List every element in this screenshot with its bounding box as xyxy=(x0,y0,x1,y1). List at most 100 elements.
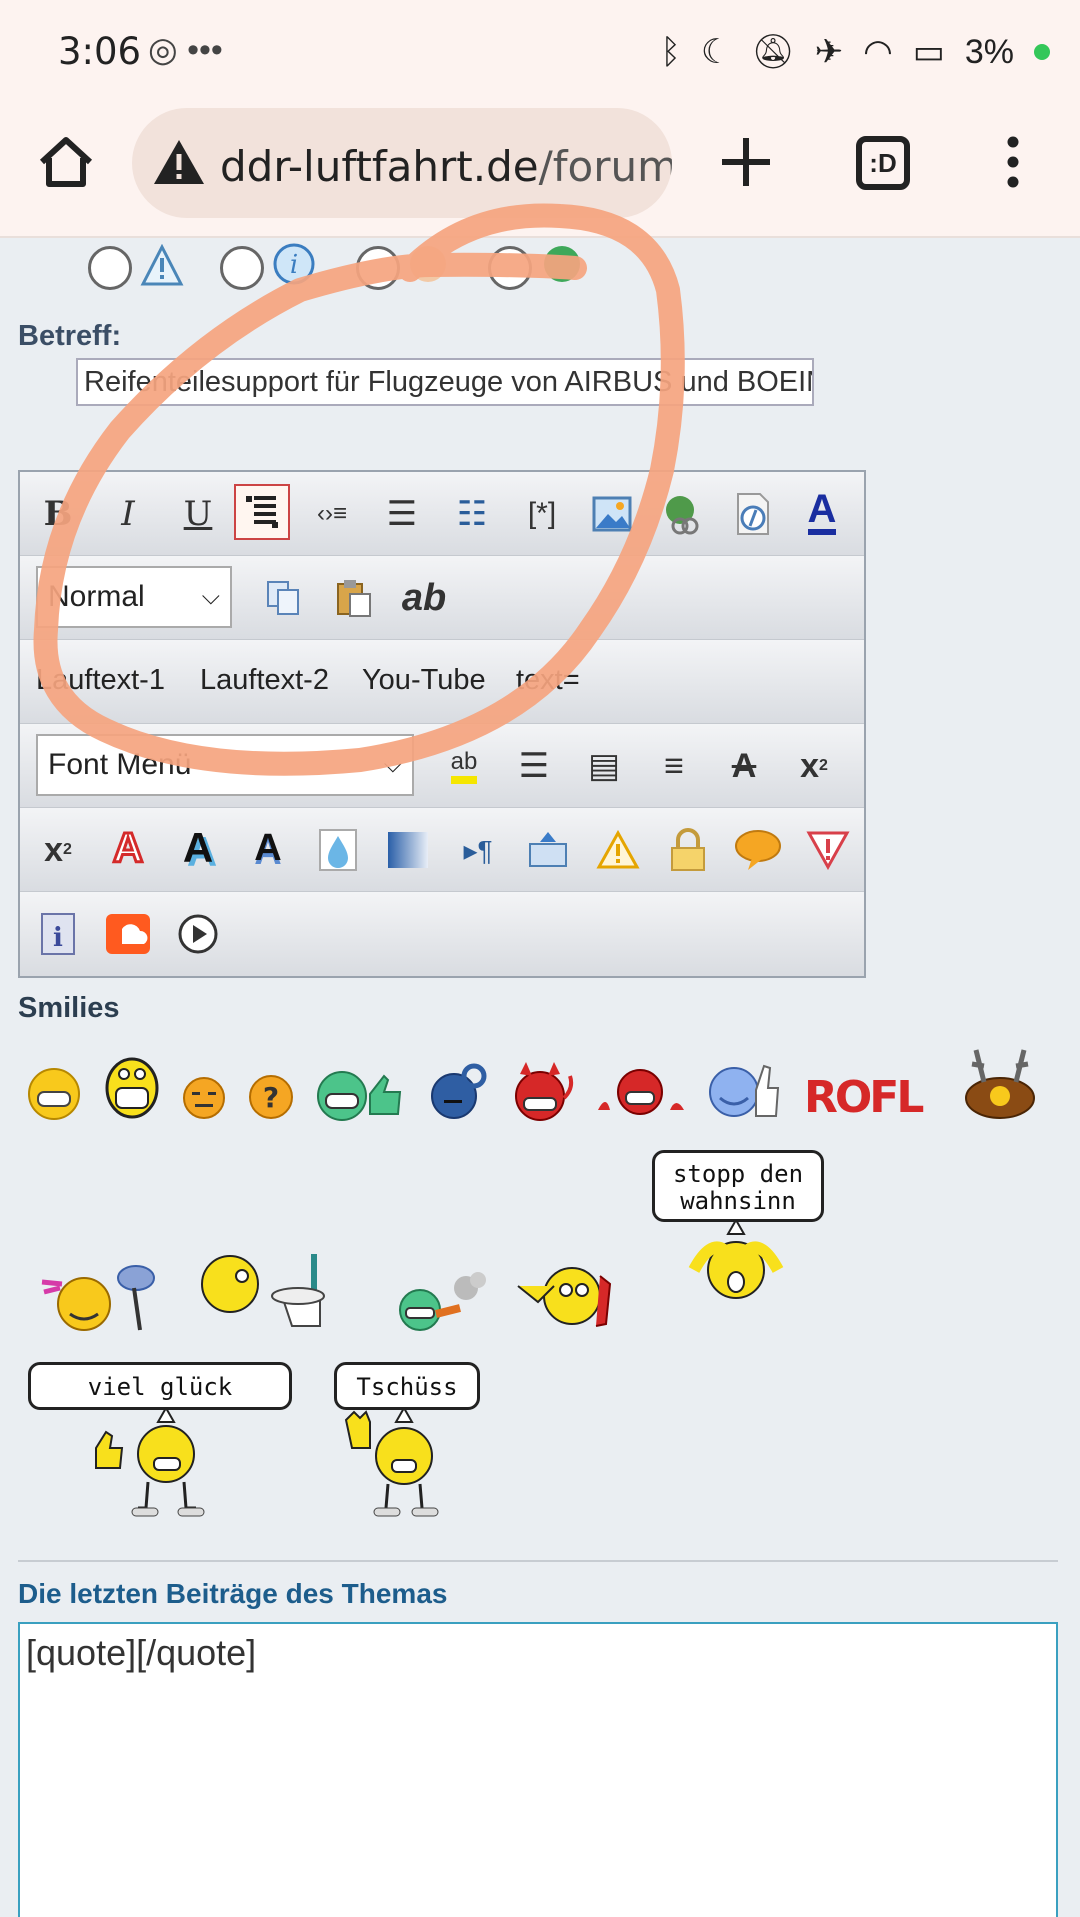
forum-post-form: i Betreff: Reifenteilesupport für Flugze… xyxy=(0,240,1080,1917)
recent-posts-heading[interactable]: Die letzten Beiträge des Themas xyxy=(18,1578,447,1610)
tschuess-waving-smiley-icon[interactable] xyxy=(340,1408,450,1520)
alert-glyph xyxy=(806,831,850,870)
tschuess-bubble: Tschüss xyxy=(334,1362,480,1410)
font-size-value: Normal xyxy=(48,580,145,613)
paste-icon[interactable] xyxy=(326,570,382,626)
post-icon-radio-4[interactable] xyxy=(488,246,532,290)
align-center-icon[interactable]: ☰ xyxy=(506,738,562,794)
url-domain: ddr-luftfahrt.de xyxy=(220,142,539,191)
post-icon-radio-3[interactable] xyxy=(356,246,400,290)
phone-smiley-icon[interactable] xyxy=(514,1256,622,1332)
betreff-label: Betreff: xyxy=(18,320,122,352)
paragraph-direction-icon[interactable]: ▸¶ xyxy=(450,822,506,878)
strikethrough-icon[interactable]: A xyxy=(716,738,772,794)
warning-triangle-icon xyxy=(140,244,184,286)
shadow-text-icon[interactable]: A xyxy=(170,820,226,876)
hotspot-icon: ◎ xyxy=(148,31,178,69)
glow-text-icon[interactable]: A xyxy=(240,820,296,876)
soundcloud-icon[interactable] xyxy=(100,906,156,962)
spellcheck-ab-icon[interactable]: ab xyxy=(396,570,452,626)
quote-icon[interactable] xyxy=(234,484,290,540)
url-text[interactable]: ddr-luftfahrt.de/forum xyxy=(220,142,672,191)
toilet-smiley-icon[interactable] xyxy=(198,1250,330,1328)
tab-switcher-button[interactable]: :D xyxy=(856,136,910,190)
soundcloud-glyph xyxy=(106,914,150,954)
grin-smiley-icon[interactable] xyxy=(26,1066,82,1122)
home-icon[interactable] xyxy=(36,132,96,192)
red-devil-dance-icon[interactable] xyxy=(592,1066,688,1122)
lauftext-1-button[interactable]: Lauftext-1 xyxy=(36,664,165,697)
hairdryer-smiley-icon[interactable] xyxy=(34,1258,158,1336)
info-doc-icon[interactable]: i xyxy=(30,906,86,962)
new-tab-plus-icon[interactable] xyxy=(718,134,774,190)
unamused-smiley-icon[interactable] xyxy=(182,1076,226,1120)
link-globe-icon[interactable] xyxy=(654,486,710,542)
viel-glueck-smiley-icon[interactable] xyxy=(92,1408,212,1520)
reindeer-smiley-icon[interactable] xyxy=(962,1046,1038,1122)
font-face-select[interactable]: Font Menü ⌵ xyxy=(36,734,414,796)
justify-icon[interactable]: ▤ xyxy=(576,738,632,794)
italic-icon[interactable]: I xyxy=(100,486,156,542)
green-smiley-icon xyxy=(544,246,580,282)
align-right-icon[interactable]: ≡ xyxy=(646,738,702,794)
speech-bubble-icon[interactable] xyxy=(730,822,786,878)
gradient-glyph xyxy=(388,832,428,868)
toolbar-row-4: Font Menü ⌵ ab ☰ ▤ ≡ A x2 xyxy=(20,724,864,808)
smilies-label: Smilies xyxy=(18,992,120,1024)
stopp-den-wahnsinn-smiley-icon[interactable] xyxy=(684,1220,788,1304)
blur-drop-icon[interactable] xyxy=(310,822,366,878)
copy-icon[interactable] xyxy=(256,570,312,626)
lock-icon[interactable] xyxy=(660,822,716,878)
chevron-down-icon: ⌵ xyxy=(383,751,402,778)
battery-percent: 3% xyxy=(964,32,1014,71)
numbered-list-icon[interactable]: ☷ xyxy=(444,486,500,542)
betreff-input[interactable]: Reifenteilesupport für Flugzeuge von AIR… xyxy=(76,358,814,406)
browser-chrome: 3:06 ◎ ••• ᛒ ☾ 🔕︎ ✈ ◠ ▭ 3% ddr-luftfahrt… xyxy=(0,0,1080,238)
font-size-select[interactable]: Normal ⌵ xyxy=(36,566,232,628)
text-equals-button[interactable]: text= xyxy=(516,664,580,697)
question-smiley-icon[interactable]: ? xyxy=(248,1074,294,1120)
shocked-grin-smiley-icon[interactable] xyxy=(104,1056,160,1120)
status-left-icons: ◎ ••• xyxy=(148,30,223,70)
move-glyph xyxy=(529,832,567,867)
devil-smiley-icon[interactable] xyxy=(510,1058,574,1124)
font-color-icon[interactable]: A xyxy=(794,484,850,540)
lauftext-2-button[interactable]: Lauftext-2 xyxy=(200,664,329,697)
underline-icon[interactable]: U xyxy=(170,486,226,542)
overflow-dots-icon: ••• xyxy=(187,31,223,69)
youtube-button[interactable]: You-Tube xyxy=(362,664,486,697)
play-glyph xyxy=(178,914,218,954)
address-bar[interactable]: ddr-luftfahrt.de/forum xyxy=(132,108,672,218)
not-secure-warning-icon[interactable] xyxy=(152,136,206,190)
svg-text:i: i xyxy=(290,250,298,280)
play-video-icon[interactable] xyxy=(170,906,226,962)
chevron-down-icon: ⌵ xyxy=(201,583,220,610)
status-bar: 3:06 ◎ ••• ᛒ ☾ 🔕︎ ✈ ◠ ▭ 3% xyxy=(0,0,1080,104)
move-icon[interactable] xyxy=(520,822,576,878)
url-path: /forum xyxy=(538,142,672,191)
approve-smiley-icon[interactable] xyxy=(708,1058,780,1122)
gradient-icon[interactable] xyxy=(380,822,436,878)
thumbs-up-smiley-icon[interactable] xyxy=(314,1066,406,1124)
flash-icon[interactable] xyxy=(724,486,780,542)
mute-icon: 🔕︎ xyxy=(751,33,795,71)
highlight-icon[interactable]: ab xyxy=(436,738,492,794)
superscript-icon[interactable]: x2 xyxy=(786,738,842,794)
more-menu-icon[interactable] xyxy=(1000,134,1026,190)
warning-icon[interactable] xyxy=(590,822,646,878)
bomb-smiley-icon[interactable] xyxy=(430,1062,488,1122)
outline-text-icon[interactable]: A xyxy=(100,820,156,876)
post-icon-radio-info[interactable] xyxy=(220,246,264,290)
subscript-icon[interactable]: x2 xyxy=(30,822,86,878)
smoking-smiley-icon[interactable] xyxy=(396,1270,488,1332)
code-icon[interactable]: ‹›≡ xyxy=(304,486,360,542)
post-icon-radio-warning[interactable] xyxy=(88,246,132,290)
info-doc-glyph: i xyxy=(41,913,75,955)
bold-icon[interactable]: B xyxy=(30,486,86,542)
bullet-list-icon[interactable]: ☰ xyxy=(374,486,430,542)
image-icon[interactable] xyxy=(584,486,640,542)
reply-textarea[interactable]: [quote][/quote] xyxy=(18,1622,1058,1917)
rofl-smiley-icon[interactable]: ROFL xyxy=(804,1072,924,1123)
alert-triangle-icon[interactable] xyxy=(800,822,856,878)
list-item-icon[interactable]: [*] xyxy=(514,486,570,542)
